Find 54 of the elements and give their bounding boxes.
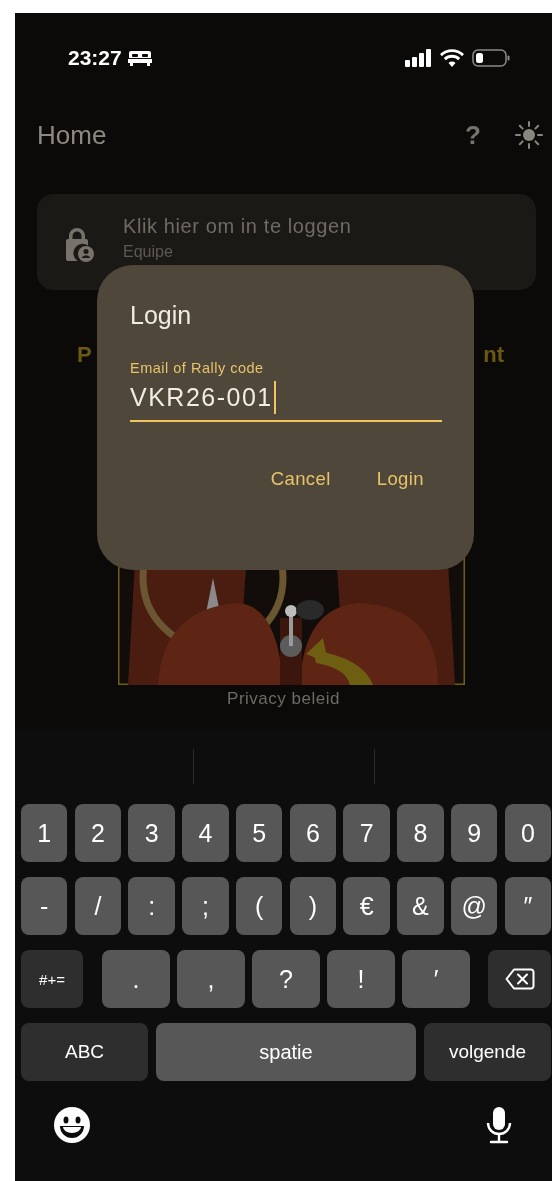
privacy-link[interactable]: Privacy beleid (227, 689, 340, 709)
emoji-icon (53, 1106, 91, 1144)
keyboard-key[interactable]: @ (450, 877, 498, 935)
keyboard-key[interactable]: ) (289, 877, 337, 935)
section-heading: nt (483, 342, 504, 368)
email-field[interactable]: Email of Rally code VKR26-001 (130, 360, 442, 422)
battery-icon (472, 49, 510, 67)
keyboard-key[interactable]: 0 (504, 804, 552, 862)
keyboard-key[interactable]: ′ (402, 950, 470, 1008)
keyboard-key[interactable]: - (21, 877, 68, 935)
keyboard-key[interactable]: / (74, 877, 122, 935)
keyboard-key[interactable]: : (128, 877, 175, 935)
keyboard-key[interactable]: ; (182, 877, 229, 935)
page-title: Home (37, 119, 107, 151)
delete-key[interactable] (488, 950, 551, 1008)
field-value: VKR26-001 (130, 383, 273, 412)
section-heading: P (77, 342, 92, 368)
signal-icon (405, 49, 432, 67)
backspace-icon (504, 968, 535, 990)
sun-icon[interactable] (515, 121, 543, 149)
status-time: 23:27 (68, 46, 122, 70)
keyboard-key[interactable]: 3 (128, 804, 175, 862)
cancel-button[interactable]: Cancel (270, 468, 331, 490)
keyboard-key[interactable]: 8 (397, 804, 444, 862)
keyboard-key[interactable]: 6 (289, 804, 337, 862)
keyboard-key[interactable]: 1 (21, 804, 68, 862)
keyboard-key[interactable]: 7 (343, 804, 390, 862)
keyboard-key[interactable]: 2 (74, 804, 122, 862)
space-key[interactable]: spatie (156, 1023, 416, 1081)
text-cursor (273, 381, 276, 414)
microphone-icon (485, 1106, 513, 1144)
login-button[interactable]: Login (376, 468, 424, 490)
keyboard-key[interactable]: #+= (21, 950, 83, 1008)
keyboard-key[interactable]: . (102, 950, 170, 1008)
team-label: Equipe (123, 243, 174, 261)
keyboard-key[interactable]: € (343, 877, 390, 935)
keyboard-key[interactable]: ABC (21, 1023, 148, 1081)
keyboard-key[interactable]: volgende (424, 1023, 551, 1081)
keyboard-key[interactable]: ( (235, 877, 283, 935)
keyboard-key[interactable]: ″ (504, 877, 552, 935)
help-button[interactable]: ? (465, 119, 481, 151)
keyboard-key[interactable]: & (397, 877, 444, 935)
keyboard-key[interactable]: 5 (235, 804, 283, 862)
field-label: Email of Rally code (130, 360, 265, 376)
keyboard-key[interactable]: ? (252, 950, 320, 1008)
wifi-icon (440, 49, 464, 67)
keyboard-key[interactable]: , (177, 950, 245, 1008)
dialog-title: Login (130, 301, 193, 330)
keyboard-key[interactable]: 9 (450, 804, 498, 862)
login-prompt: Klik hier om in te loggen (123, 215, 352, 238)
keyboard-key[interactable]: 4 (182, 804, 229, 862)
lock-user-icon (64, 227, 94, 263)
bed-icon (127, 50, 152, 66)
keyboard-key[interactable]: ! (327, 950, 395, 1008)
